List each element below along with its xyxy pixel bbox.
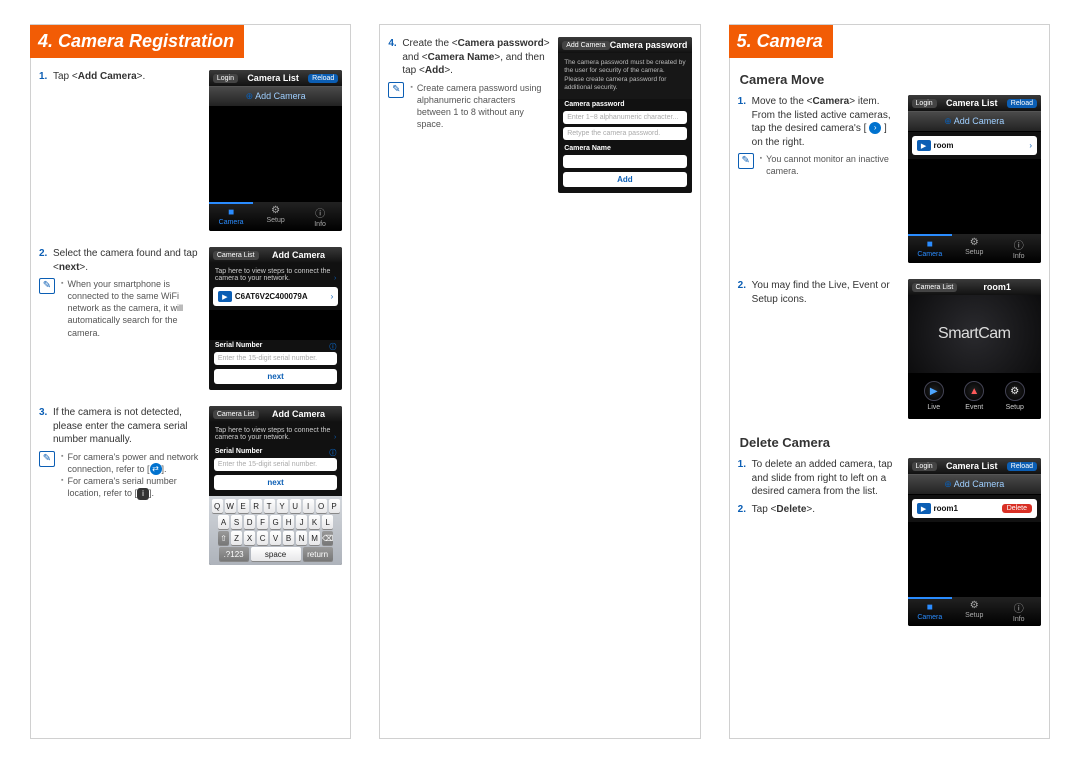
camera-icon: ■ (908, 602, 952, 613)
note-icon: ✎ (39, 278, 55, 294)
step-4: 4. Create the <Camera password> and <Cam… (388, 37, 550, 78)
move-step-2: 2. You may find the Live, Event or Setup… (738, 279, 900, 306)
gear-icon: ⚙ (253, 205, 297, 216)
info-ref-icon: i (137, 488, 149, 500)
live-icon: ▶ (924, 381, 944, 401)
smartcam-logo: SmartCam (908, 295, 1041, 373)
section-4-header: 4. Camera Registration (30, 25, 244, 58)
screenshot-smartcam: Camera Listroom1 SmartCam ▶Live ▲Event ⚙… (908, 279, 1041, 419)
screenshot-add-camera-keyboard: Camera ListAdd Camera Tap here to view s… (209, 406, 342, 565)
camera-icon: ■ (908, 239, 952, 250)
column-camera: 5. Camera Camera Move 1. Move to the <Ca… (729, 24, 1050, 739)
screenshot-delete-camera: LoginCamera ListReload Add Camera ▶room1… (908, 458, 1041, 626)
screenshot-camera-list: LoginCamera ListReload Add Camera ■Camer… (209, 70, 342, 231)
section-5-header: 5. Camera (729, 25, 833, 58)
gear-icon: ⚙ (952, 600, 996, 611)
camera-icon: ■ (209, 207, 253, 218)
column-registration-1: 4. Camera Registration 1. Tap <Add Camer… (30, 24, 351, 739)
keyboard: QWERTYUIOP ASDFGHJKL ⇧ZXCVBNM⌫ .?123spac… (209, 496, 342, 565)
delete-camera-heading: Delete Camera (740, 435, 1049, 450)
delete-step-2: 2. Tap <Delete>. (738, 503, 900, 517)
chevron-right-icon: › (869, 122, 881, 134)
delete-step-1: 1. To delete an added camera, tap and sl… (738, 458, 900, 499)
note-icon: ✎ (738, 153, 754, 169)
screenshot-add-camera-found: Camera ListAdd Camera Tap here to view s… (209, 247, 342, 390)
gear-icon: ⚙ (952, 237, 996, 248)
delete-button[interactable]: Delete (1002, 504, 1032, 513)
note-icon: ✎ (39, 451, 55, 467)
screenshot-camera-list-room: LoginCamera ListReload Add Camera ▶room›… (908, 95, 1041, 263)
step-1: 1. Tap <Add Camera>. (39, 70, 201, 84)
info-icon: ⓘ (997, 600, 1041, 615)
setup-icon: ⚙ (1005, 381, 1025, 401)
info-icon: ⓘ (298, 205, 342, 220)
screenshot-camera-password: Add CameraCamera password The camera pas… (558, 37, 691, 193)
info-icon: ⓘ (997, 237, 1041, 252)
move-step-1: 1. Move to the <Camera> item. From the l… (738, 95, 900, 149)
step-2: 2. Select the camera found and tap <next… (39, 247, 201, 274)
note-icon: ✎ (388, 82, 404, 98)
step-3: 3. If the camera is not detected, please… (39, 406, 201, 447)
manual-page: 4. Camera Registration 1. Tap <Add Camer… (0, 0, 1080, 763)
event-icon: ▲ (964, 381, 984, 401)
power-ref-icon: ⇄ (150, 463, 162, 475)
camera-move-heading: Camera Move (740, 72, 1049, 87)
column-registration-2: 4. Create the <Camera password> and <Cam… (379, 24, 700, 739)
